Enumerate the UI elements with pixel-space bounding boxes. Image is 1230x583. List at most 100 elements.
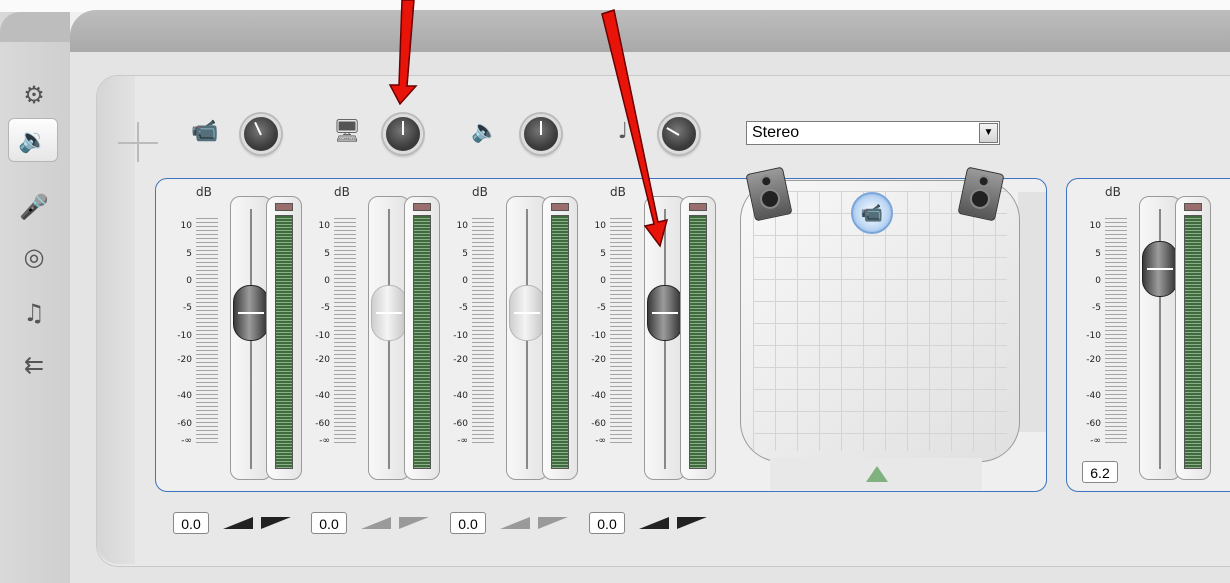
db-scale bbox=[334, 218, 356, 443]
volume-slider-handle[interactable] bbox=[647, 285, 683, 341]
master-channel: dB 10 5 0 -5 -10 -20 -40 -60 -∞ bbox=[1067, 178, 1211, 480]
volume-slider-handle[interactable] bbox=[371, 285, 407, 341]
scale-tick-label: -∞ bbox=[595, 436, 606, 446]
ch1-channel: dB 10 5 0 -5 -10 -20 -40 -60 -∞ bbox=[158, 178, 302, 480]
scale-tick-label: -60 bbox=[177, 419, 192, 429]
volume-value-field[interactable]: 0.0 bbox=[450, 512, 486, 534]
mixer-frame-edge bbox=[97, 76, 135, 564]
sidebar-item-voiceover[interactable]: 🎤 bbox=[10, 186, 58, 228]
sidebar-cap bbox=[0, 12, 70, 42]
scale-tick-label: -5 bbox=[183, 303, 192, 313]
mixer-divider bbox=[1018, 192, 1046, 432]
fade-in-icon[interactable] bbox=[361, 517, 391, 529]
scale-tick-label: 10 bbox=[594, 221, 606, 231]
db-scale bbox=[196, 218, 218, 443]
scale-tick-label: -60 bbox=[315, 419, 330, 429]
sidebar-item-plugin[interactable]: ⇇ bbox=[10, 344, 58, 386]
volume-value-field[interactable]: 0.0 bbox=[311, 512, 347, 534]
level-meter-bar bbox=[413, 215, 431, 469]
fade-out-icon[interactable] bbox=[677, 517, 707, 529]
scale-tick-label: 5 bbox=[462, 249, 468, 259]
level-meter bbox=[680, 196, 716, 480]
db-label: dB bbox=[196, 185, 212, 199]
ch4-channel: dB 10 5 0 -5 -10 -20 -40 -60 -∞ bbox=[572, 178, 716, 480]
db-scale bbox=[472, 218, 494, 443]
pan-knob-camera[interactable] bbox=[241, 114, 281, 154]
plugin-icon: ⇇ bbox=[23, 351, 45, 379]
scale-tick-label: -40 bbox=[591, 391, 606, 401]
scale-tick-label: 5 bbox=[324, 249, 330, 259]
sidebar-item-disc[interactable]: ◎ bbox=[10, 236, 58, 278]
scale-tick-label: 10 bbox=[1089, 221, 1101, 231]
volume-value-field[interactable]: 0.0 bbox=[173, 512, 209, 534]
video-audio-icon: 🖥 bbox=[333, 118, 361, 144]
camera-audio-icon: 📹 bbox=[191, 118, 219, 144]
volume-slider-handle[interactable] bbox=[509, 285, 545, 341]
source-position-handle[interactable]: 📹 bbox=[851, 192, 893, 234]
scale-tick-label: -10 bbox=[315, 331, 330, 341]
fade-in-icon[interactable] bbox=[500, 517, 530, 529]
routing-icon: ⚙ bbox=[23, 81, 45, 109]
scale-tick-label: -5 bbox=[597, 303, 606, 313]
scale-tick-label: 5 bbox=[1095, 249, 1101, 259]
level-meter bbox=[1175, 196, 1211, 480]
volume-value-field[interactable]: 0.0 bbox=[589, 512, 625, 534]
master-volume-value[interactable]: 6.2 bbox=[1082, 461, 1118, 483]
speaker-icon: 🔉 bbox=[18, 126, 48, 154]
scale-tick-label: -20 bbox=[591, 355, 606, 365]
scale-tick-label: -∞ bbox=[457, 436, 468, 446]
fade-out-icon[interactable] bbox=[538, 517, 568, 529]
music-note-icon: ♩ bbox=[617, 118, 629, 144]
output-mode-value: Stereo bbox=[752, 124, 800, 141]
microphone-icon: 🎤 bbox=[19, 193, 49, 221]
sidebar-item-audio-mixer[interactable]: 🔉 bbox=[8, 118, 58, 162]
center-speaker-icon bbox=[866, 466, 888, 482]
peak-indicator bbox=[1184, 203, 1202, 211]
peak-indicator bbox=[689, 203, 707, 211]
scale-tick-label: 10 bbox=[180, 221, 192, 231]
scale-tick-label: -60 bbox=[453, 419, 468, 429]
ch2-channel: dB 10 5 0 -5 -10 -20 -40 -60 -∞ bbox=[296, 178, 440, 480]
scale-tick-label: -40 bbox=[177, 391, 192, 401]
panner-center-cross-v bbox=[137, 122, 139, 162]
scale-tick-label: -5 bbox=[459, 303, 468, 313]
scale-tick-label: -10 bbox=[177, 331, 192, 341]
scale-tick-label: -10 bbox=[591, 331, 606, 341]
pan-knob-sound[interactable] bbox=[521, 114, 561, 154]
db-label: dB bbox=[1105, 185, 1121, 199]
output-mode-select[interactable]: Stereo ▼ bbox=[746, 121, 1000, 145]
scale-tick-label: -∞ bbox=[1090, 436, 1101, 446]
peak-indicator bbox=[551, 203, 569, 211]
fade-in-icon[interactable] bbox=[639, 517, 669, 529]
scale-tick-label: -20 bbox=[177, 355, 192, 365]
scale-tick-label: 10 bbox=[456, 221, 468, 231]
volume-slider-handle[interactable] bbox=[233, 285, 269, 341]
scale-tick-label: 10 bbox=[318, 221, 330, 231]
scale-tick-label: -20 bbox=[1086, 355, 1101, 365]
db-label: dB bbox=[610, 185, 626, 199]
scale-tick-label: -60 bbox=[591, 419, 606, 429]
chevron-down-icon[interactable]: ▼ bbox=[979, 123, 998, 143]
scale-tick-label: -20 bbox=[453, 355, 468, 365]
pan-knob-music[interactable] bbox=[659, 114, 699, 154]
scale-tick-label: 5 bbox=[186, 249, 192, 259]
fade-out-icon[interactable] bbox=[261, 517, 291, 529]
disc-icon: ◎ bbox=[23, 243, 45, 271]
fade-out-icon[interactable] bbox=[399, 517, 429, 529]
db-scale bbox=[1105, 218, 1127, 443]
volume-slider-handle[interactable] bbox=[1142, 241, 1178, 297]
level-meter-bar bbox=[1184, 215, 1202, 469]
pan-knob-video[interactable] bbox=[383, 114, 423, 154]
sidebar-item-routing[interactable]: ⚙ bbox=[10, 74, 58, 116]
peak-indicator bbox=[413, 203, 431, 211]
scale-tick-label: 0 bbox=[462, 276, 468, 286]
scale-tick-label: -20 bbox=[315, 355, 330, 365]
db-label: dB bbox=[334, 185, 350, 199]
scale-tick-label: -40 bbox=[453, 391, 468, 401]
sidebar-item-music[interactable]: ♫ bbox=[10, 292, 58, 334]
scale-tick-label: -5 bbox=[321, 303, 330, 313]
fade-in-icon[interactable] bbox=[223, 517, 253, 529]
scale-tick-label: -10 bbox=[1086, 331, 1101, 341]
scale-tick-label: -5 bbox=[1092, 303, 1101, 313]
level-meter-bar bbox=[275, 215, 293, 469]
